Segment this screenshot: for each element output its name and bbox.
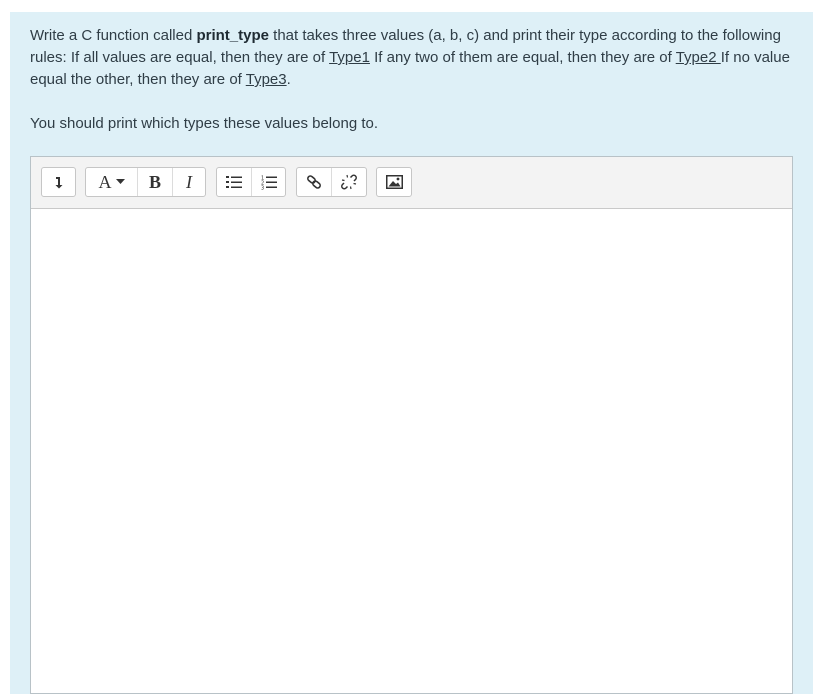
answer-editor: A B I 1 2 3 bbox=[30, 156, 793, 694]
insert-image-button[interactable] bbox=[377, 168, 411, 196]
svg-text:3: 3 bbox=[261, 185, 264, 190]
italic-icon: I bbox=[186, 171, 192, 192]
question-panel: Write a C function called print_type tha… bbox=[10, 12, 813, 694]
unordered-list-icon bbox=[226, 175, 242, 189]
link-button[interactable] bbox=[297, 168, 331, 196]
italic-button[interactable]: I bbox=[172, 168, 205, 196]
question-rules-text-2: If any two of them are equal, then they … bbox=[369, 49, 676, 66]
toolbar-group-lists: 1 2 3 bbox=[216, 167, 286, 197]
toolbar-group-links bbox=[296, 167, 367, 197]
ordered-list-icon: 1 2 3 bbox=[261, 175, 277, 190]
question-text: Write a C function called print_type tha… bbox=[30, 25, 800, 135]
image-icon bbox=[385, 175, 403, 189]
function-name: print_type bbox=[196, 27, 269, 44]
chevron-down-icon bbox=[115, 179, 125, 185]
question-end-punct: . bbox=[286, 71, 291, 88]
toolbar-group-format: A B I bbox=[85, 167, 206, 197]
link-icon bbox=[306, 174, 322, 190]
editor-content-area[interactable] bbox=[31, 209, 792, 693]
question-paragraph-2: You should print which types these value… bbox=[30, 115, 379, 132]
type1-term: Type1 bbox=[329, 49, 370, 66]
bold-icon: B bbox=[148, 171, 161, 192]
type2-term: Type2 bbox=[675, 49, 721, 66]
unlink-button[interactable] bbox=[331, 168, 366, 196]
type3-term: Type3 bbox=[245, 71, 287, 88]
unlink-icon bbox=[341, 174, 357, 190]
question-paragraph-1: Write a C function called print_type tha… bbox=[30, 25, 800, 91]
toolbar-group-expand bbox=[41, 167, 76, 197]
font-style-label: A bbox=[98, 171, 112, 192]
editor-toolbar: A B I 1 2 3 bbox=[31, 157, 792, 209]
bold-button[interactable]: B bbox=[137, 168, 172, 196]
toolbar-group-media bbox=[376, 167, 412, 197]
question-intro: Write a C function called bbox=[30, 27, 197, 44]
expand-toolbar-button[interactable] bbox=[42, 168, 75, 196]
expand-toolbar-icon bbox=[53, 175, 65, 189]
font-style-button[interactable]: A bbox=[86, 168, 137, 196]
ordered-list-button[interactable]: 1 2 3 bbox=[251, 168, 285, 196]
unordered-list-button[interactable] bbox=[217, 168, 251, 196]
